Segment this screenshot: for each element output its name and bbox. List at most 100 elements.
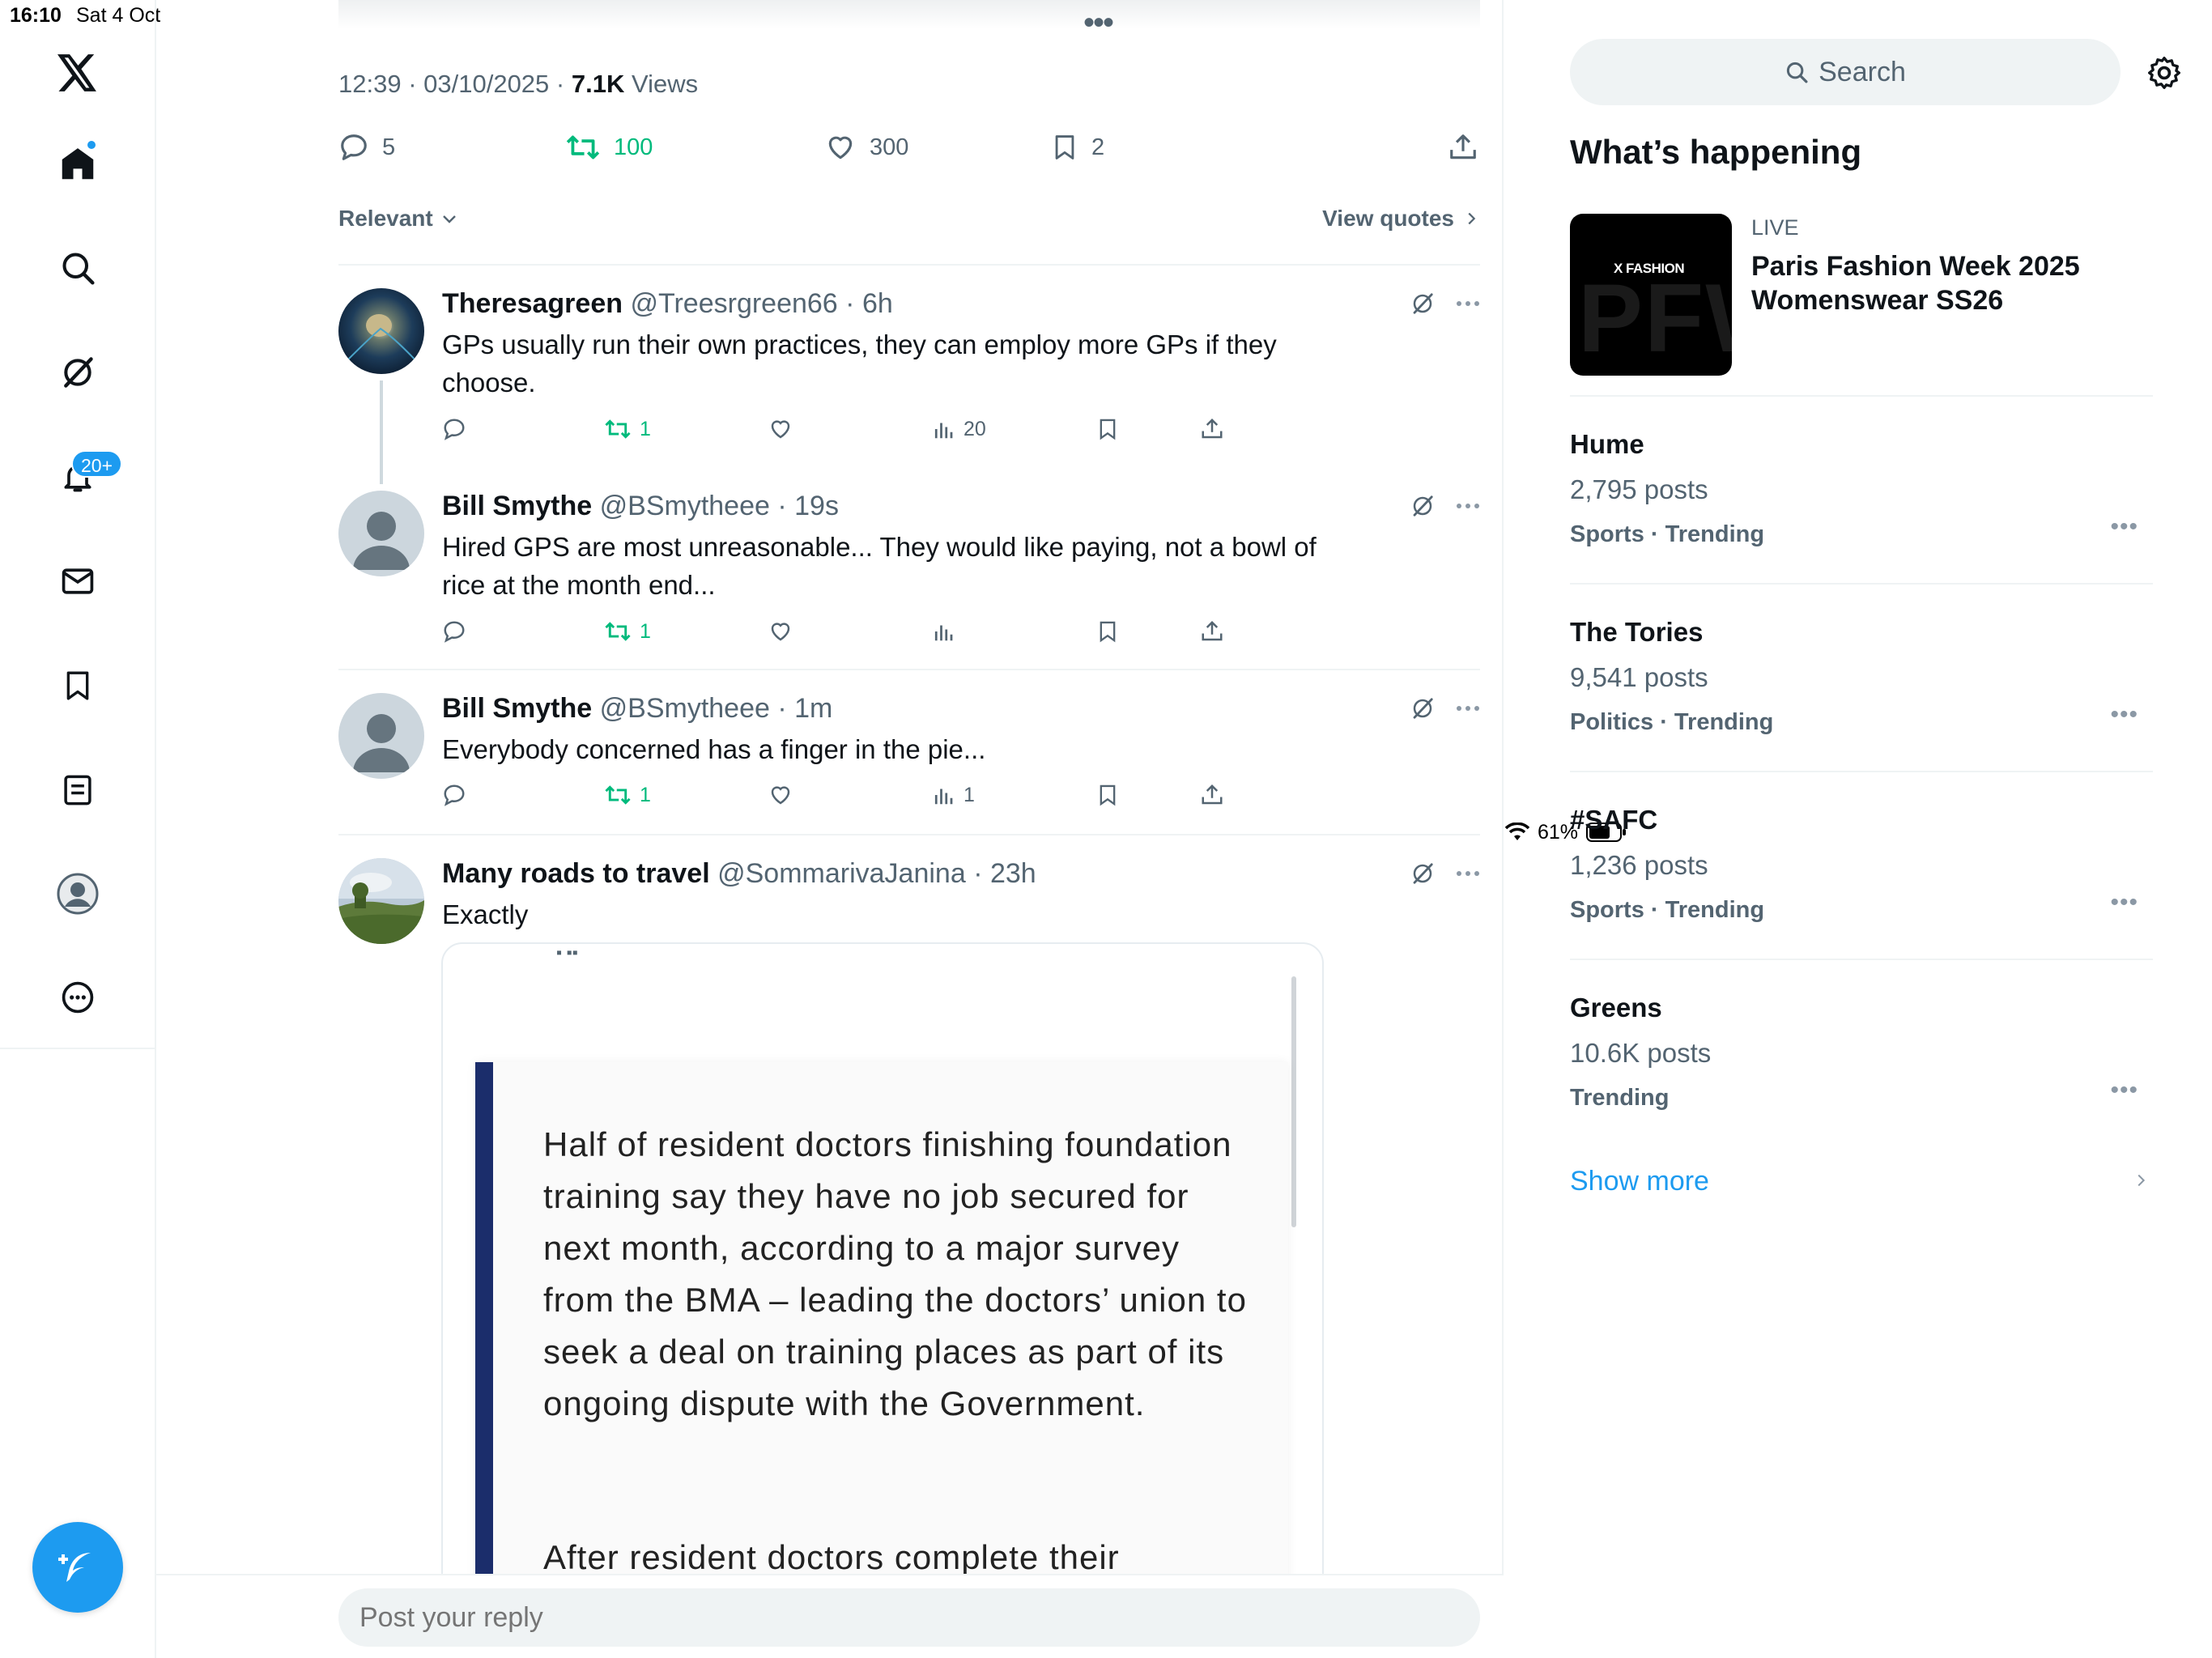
repost-button[interactable]: 100: [565, 126, 653, 168]
trend-item[interactable]: The Tories 9,541 posts Politics · Trendi…: [1570, 617, 2153, 805]
reply-header: Bill Smythe @BSmytheee · 19s: [442, 491, 839, 521]
live-event-card[interactable]: PFW X FASHION LIVE Paris Fashion Week 20…: [1570, 214, 2153, 376]
reply-text: Everybody concerned has a finger in the …: [442, 734, 986, 764]
author-handle[interactable]: @Treesrgreen66: [630, 288, 837, 319]
sort-label: Relevant: [338, 206, 433, 231]
more-icon[interactable]: •••: [2110, 889, 2138, 916]
divider: [338, 264, 1480, 266]
avatar[interactable]: [338, 288, 424, 374]
analytics-icon: [934, 625, 953, 641]
more-icon[interactable]: [57, 976, 99, 1018]
more-icon[interactable]: •••: [2110, 513, 2138, 541]
reply-post[interactable]: Theresagreen @Treesrgreen66 · 6h GPs usu…: [338, 288, 1480, 484]
analytics-icon: [934, 423, 953, 439]
author-name[interactable]: Bill Smythe: [442, 491, 592, 521]
share-button[interactable]: [1200, 615, 1224, 648]
reply-action-bar: 1 1: [442, 779, 1300, 811]
reply-post[interactable]: Many roads to travel @SommarivaJanina · …: [338, 858, 1480, 944]
thumb-watermark-text: PFW: [1578, 264, 1732, 372]
sort-dropdown[interactable]: Relevant: [338, 206, 459, 232]
reply-time: 23h: [989, 858, 1036, 889]
live-event-thumbnail: PFW X FASHION: [1570, 214, 1732, 376]
article-paragraph: Half of resident doctors finishing found…: [543, 1125, 1247, 1422]
more-icon[interactable]: •••: [2110, 701, 2138, 729]
bookmark-button[interactable]: 2: [1051, 126, 1104, 168]
avatar[interactable]: [338, 858, 424, 944]
trend-item[interactable]: Greens 10.6K posts Trending •••: [1570, 993, 2153, 1180]
trend-meta: Sports · Trending: [1570, 897, 1765, 923]
repost-button[interactable]: 1: [604, 413, 651, 445]
reply-tools: [1410, 494, 1480, 518]
sheet-handle-dots[interactable]: •••: [1083, 5, 1114, 41]
tweet-views-count: 7.1K: [571, 70, 625, 98]
bookmark-button[interactable]: [1096, 615, 1119, 648]
bookmark-icon[interactable]: [57, 665, 99, 707]
reply-post[interactable]: Bill Smythe @BSmytheee · 1m Everybody co…: [338, 693, 1480, 823]
author-handle[interactable]: @SommarivaJanina: [717, 858, 966, 889]
views-button[interactable]: [931, 615, 963, 648]
like-button[interactable]: 300: [824, 126, 908, 168]
show-more-link[interactable]: Show more: [1570, 1166, 1709, 1197]
trend-item[interactable]: Hume 2,795 posts Sports · Trending •••: [1570, 429, 2153, 617]
x-logo-icon[interactable]: [57, 52, 99, 94]
author-name[interactable]: Theresagreen: [442, 288, 623, 319]
bookmark-button[interactable]: [1096, 413, 1119, 445]
repost-button[interactable]: 1: [604, 779, 651, 811]
repost-button[interactable]: 1: [604, 615, 651, 648]
reply-button[interactable]: [442, 413, 466, 445]
reply-post[interactable]: Bill Smythe @BSmytheee · 19s Hired GPS a…: [338, 491, 1480, 653]
grok-icon: [1413, 293, 1433, 314]
share-button[interactable]: [1200, 413, 1224, 445]
views-count: 20: [963, 417, 986, 440]
mail-icon[interactable]: [57, 560, 99, 602]
reply-tools: [1410, 291, 1480, 316]
search-icon[interactable]: [57, 247, 99, 289]
like-button[interactable]: [768, 615, 793, 648]
settings-gear-icon[interactable]: [2146, 55, 2182, 91]
tweet-time: 12:39: [338, 70, 402, 98]
more-icon[interactable]: •••: [2110, 1077, 2138, 1104]
reply-button[interactable]: [442, 779, 466, 811]
search-bar[interactable]: Search: [1570, 39, 2121, 105]
author-handle[interactable]: @BSmytheee: [600, 491, 770, 521]
compose-post-button[interactable]: [32, 1522, 123, 1613]
bookmark-count: 2: [1091, 134, 1105, 160]
trend-title: Greens: [1570, 993, 1662, 1022]
divider: [1570, 771, 2153, 772]
divider: [1570, 583, 2153, 585]
reply-icon: [341, 134, 367, 160]
avatar[interactable]: [338, 491, 424, 576]
author-name[interactable]: Many roads to travel: [442, 858, 710, 889]
trend-title: The Tories: [1570, 617, 1704, 647]
like-button[interactable]: [768, 413, 793, 445]
attached-image[interactable]: ▪ ▪▪ Half of resident doctors finishing …: [441, 942, 1324, 1658]
reply-input[interactable]: [338, 1588, 1480, 1647]
grok-icon: [1413, 698, 1433, 719]
trend-meta: Trending: [1570, 1085, 1670, 1111]
views-button[interactable]: 1: [931, 779, 975, 811]
profile-icon[interactable]: [57, 873, 99, 915]
trend-count: 9,541 posts: [1570, 662, 1708, 692]
author-name[interactable]: Bill Smythe: [442, 693, 592, 724]
reply-time: 6h: [861, 288, 893, 319]
bookmark-button[interactable]: [1096, 779, 1119, 811]
quote-accent-bar: [475, 1062, 493, 1658]
avatar[interactable]: [338, 693, 424, 779]
share-button[interactable]: [1200, 779, 1224, 811]
view-quotes-link[interactable]: View quotes: [1322, 206, 1480, 232]
views-button[interactable]: 20: [931, 413, 986, 445]
reply-tools: [1410, 696, 1480, 721]
reply-button[interactable]: [442, 615, 466, 648]
view-quotes-label: View quotes: [1322, 206, 1454, 231]
reply-header: Many roads to travel @SommarivaJanina · …: [442, 858, 1036, 889]
author-handle[interactable]: @BSmytheee: [600, 693, 770, 724]
grok-icon[interactable]: [57, 351, 99, 393]
share-button[interactable]: [1448, 126, 1478, 168]
reply-button[interactable]: 5: [338, 126, 395, 168]
list-icon[interactable]: [57, 769, 99, 811]
repost-icon: [605, 622, 631, 641]
grok-icon: [1413, 495, 1433, 517]
like-button[interactable]: [768, 779, 793, 811]
trend-item[interactable]: #SAFC 1,236 posts Sports · Trending •••: [1570, 805, 2153, 993]
reply-composer: [156, 1574, 1504, 1658]
